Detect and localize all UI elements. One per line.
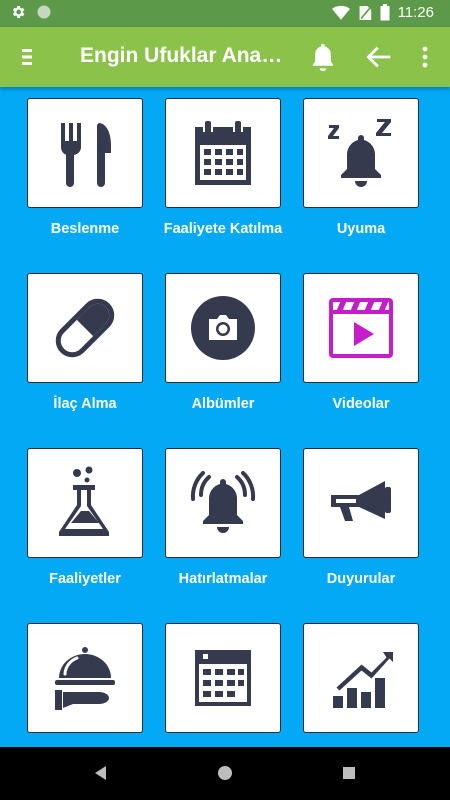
recents-square-icon[interactable] (340, 764, 358, 787)
video-icon (329, 298, 393, 358)
tile-label: Hatırlatmalar (178, 571, 268, 587)
tile-card[interactable] (27, 623, 143, 733)
menu-grid: Beslenme Faaliyete Katılma Uyuma İlaç Al… (0, 87, 450, 747)
app-bar: Engin Ufuklar Anaokulu (0, 27, 450, 87)
calendar-icon (195, 121, 251, 185)
tile-card[interactable] (303, 448, 419, 558)
tile-card[interactable] (27, 448, 143, 558)
tile-videolar[interactable]: Videolar (291, 273, 431, 415)
pill-icon (55, 298, 115, 358)
tile-label: İlaç Alma (53, 396, 117, 412)
home-circle-icon[interactable] (216, 764, 234, 787)
tile-card[interactable] (27, 273, 143, 383)
tile-card[interactable] (165, 273, 281, 383)
battery-icon (380, 4, 390, 21)
tile-card[interactable] (27, 98, 143, 208)
serving-tray-icon (55, 647, 115, 710)
tile-label: Videolar (332, 396, 390, 412)
fork-knife-icon (60, 123, 111, 187)
system-nav-bar (0, 747, 450, 800)
tile-label: Beslenme (50, 221, 120, 237)
megaphone-icon (331, 481, 391, 521)
tile-serving[interactable] (15, 623, 155, 743)
app-title: Engin Ufuklar Anaokulu (80, 44, 288, 67)
tile-hatirlatmalar[interactable]: Hatırlatmalar (153, 448, 293, 590)
circle-icon (36, 4, 52, 20)
camera-icon (191, 296, 255, 360)
tile-card[interactable] (303, 623, 419, 733)
tile-ilac-alma[interactable]: İlaç Alma (15, 273, 155, 415)
tile-card[interactable] (165, 98, 281, 208)
ringing-bell-icon (190, 471, 256, 533)
clock-time: 11:26 (397, 4, 434, 21)
sleeping-bell-icon (328, 119, 391, 187)
tile-card[interactable] (303, 98, 419, 208)
tile-label: Albümler (191, 396, 255, 412)
tile-label: Uyuma (336, 221, 386, 237)
tile-label: Faaliyetler (49, 571, 121, 587)
back-triangle-icon[interactable] (92, 764, 110, 787)
tile-albumler[interactable]: Albümler (153, 273, 293, 415)
gear-icon (10, 4, 26, 20)
tile-uyuma[interactable]: Uyuma (291, 98, 431, 240)
tile-label: Duyurular (326, 571, 396, 587)
tile-faaliyetler[interactable]: Faaliyetler (15, 448, 155, 590)
calendar-grid-icon (195, 650, 251, 706)
tile-duyurular[interactable]: Duyurular (291, 448, 431, 590)
tile-label: Faaliyete Katılma (163, 221, 283, 237)
tile-beslenme[interactable]: Beslenme (15, 98, 155, 240)
tile-card[interactable] (165, 448, 281, 558)
tile-growth-chart[interactable] (291, 623, 431, 743)
flask-icon (59, 466, 109, 536)
menu-icon[interactable] (14, 45, 40, 69)
bell-icon[interactable] (306, 40, 340, 74)
growth-chart-icon (333, 652, 393, 708)
tile-faaliyete-katilma[interactable]: Faaliyete Katılma (153, 98, 293, 240)
no-sim-icon (358, 5, 372, 21)
tile-card[interactable] (303, 273, 419, 383)
status-bar: 11:26 (0, 0, 450, 27)
tile-calendar-grid[interactable] (153, 623, 293, 743)
tile-card[interactable] (165, 623, 281, 733)
more-vert-icon[interactable] (418, 43, 432, 71)
wifi-icon (331, 5, 350, 21)
back-arrow-icon[interactable] (364, 42, 394, 72)
